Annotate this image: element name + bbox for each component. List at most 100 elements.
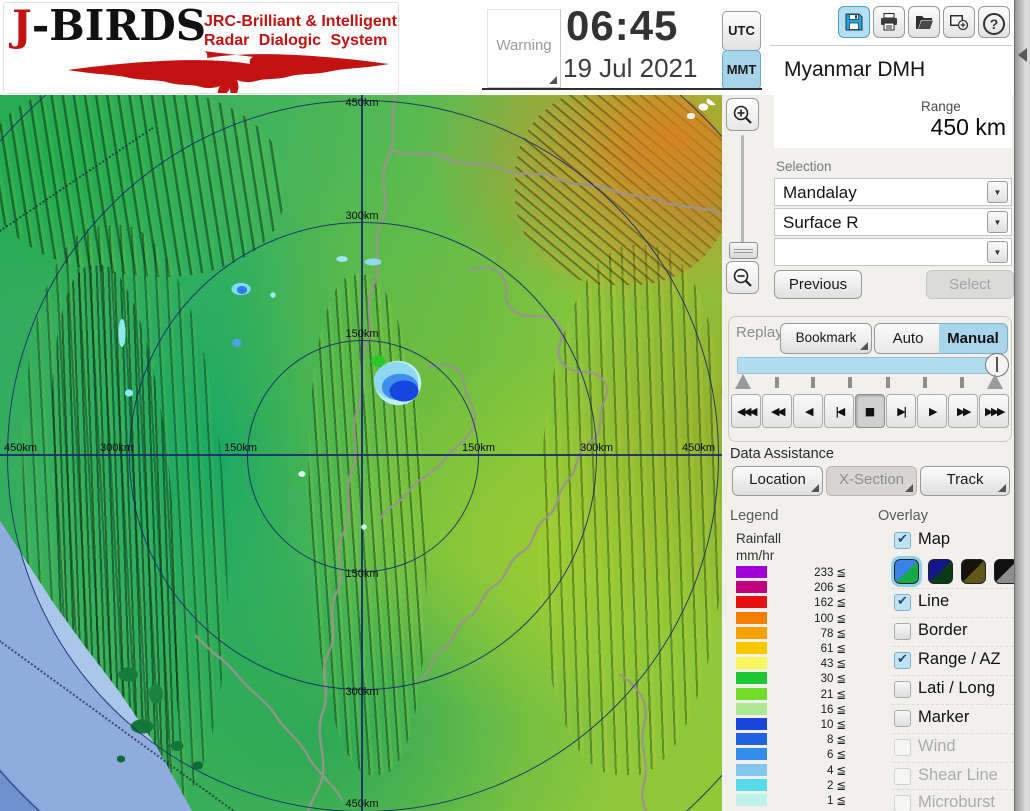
stop-button[interactable]: ■ [855,394,885,428]
open-folder-button[interactable] [908,6,940,38]
auto-button[interactable]: Auto [874,323,942,354]
map-style-picker [891,556,1019,588]
fast-forward-button[interactable]: ▶▶ [948,394,978,428]
radar-display[interactable]: 450km 300km 150km 150km 300km 450km 450k… [0,95,722,811]
site-dropdown[interactable]: Mandalay ▼ [774,178,1012,206]
checkbox-line[interactable]: ✔ [894,594,911,611]
map-style-swatch[interactable] [928,559,953,584]
echo-patch [226,279,260,301]
legend-swatch [736,688,767,700]
legend-swatch [736,612,767,624]
overlay-label: Wind [918,737,956,755]
legend-swatch [736,672,767,684]
panel-scroll-strip[interactable] [1014,0,1030,811]
replay-tick [775,377,779,388]
selection-label: Selection [776,159,832,174]
manual-button[interactable]: Manual [939,323,1008,354]
overlay-row-lati-long[interactable]: Lati / Long [892,675,1013,705]
crosshair-horizontal [0,454,722,456]
checkbox-lati-long[interactable] [894,681,911,698]
overlay-row-map[interactable]: ✔ Map [892,527,1013,556]
overlay-row-line[interactable]: ✔ Line [892,588,1013,618]
mmt-button[interactable]: MMT [722,50,761,90]
track-button[interactable]: Track [920,466,1010,496]
header-underline [482,88,762,90]
rewind-button[interactable]: ◀◀ [762,394,792,428]
screen-capture-button[interactable] [943,6,975,38]
folder-open-icon [916,16,933,29]
play-button[interactable]: ▶ [917,394,947,428]
previous-button[interactable]: Previous [774,270,862,299]
legend-swatch [736,657,767,669]
map-style-swatch[interactable] [961,559,986,584]
product-dropdown[interactable]: Surface R ▼ [774,208,1012,236]
clock-date: 19 Jul 2021 [563,53,698,83]
eagle-icon [68,51,389,93]
zoom-slider-handle[interactable] [729,242,758,259]
overlay-row-border[interactable]: Border [892,617,1013,647]
warning-button[interactable]: Warning [487,9,561,88]
help-button[interactable]: ? [978,6,1010,38]
axis-label: 300km [100,442,134,454]
overlay-row-wind: Wind [892,733,1013,763]
axis-label: 450km [345,798,379,810]
logo-wordmark: J-BIRDS [12,1,207,50]
site-dropdown-value: Mandalay [783,183,857,202]
step-back-button[interactable]: |◀ [824,394,854,428]
replay-slider-track[interactable] [737,357,1003,374]
zoom-out-button[interactable] [726,261,759,294]
magnifier-minus-icon [733,268,752,287]
axis-label: 150km [462,442,496,454]
overlay-row-shear-line: Shear Line [892,762,1013,792]
echo-patch [360,523,369,532]
overlay-label: Lati / Long [918,679,996,697]
echo-patch [296,469,308,479]
legend-swatch [736,779,767,791]
checkbox-range-az[interactable]: ✔ [894,652,911,669]
overlay-row-range-az[interactable]: ✔ Range / AZ [892,646,1013,676]
axis-label: 150km [345,568,379,580]
location-button[interactable]: Location [732,466,823,496]
legend-value: 206 ≦ [814,580,846,594]
play-reverse-button[interactable]: ◀ [793,394,823,428]
rewind-fast-button[interactable]: ◀◀◀ [731,394,761,428]
overlay-row-marker[interactable]: Marker [892,704,1013,734]
zoom-in-button[interactable] [726,98,759,131]
chevron-down-icon[interactable]: ▼ [987,181,1008,203]
chevron-down-icon[interactable]: ▼ [987,211,1008,233]
overlay-label: Map [918,530,951,548]
panel-collapse-arrow[interactable] [1018,48,1027,62]
legend-value: 162 ≦ [814,595,846,609]
checkbox-microburst [894,795,911,811]
xsection-button[interactable]: X-Section [826,466,917,496]
legend-value: 21 ≦ [820,687,846,701]
checkbox-border[interactable] [894,623,911,640]
range-value: 450 km [930,114,1006,140]
clock-time: 06:45 [566,2,679,49]
legend-swatch [736,718,767,730]
map-style-swatch-selected[interactable] [891,556,922,587]
replay-range-start-marker[interactable] [735,374,751,389]
utc-button[interactable]: UTC [722,11,761,51]
overlay-label: Line [918,592,950,610]
chevron-down-icon[interactable]: ▼ [987,241,1008,263]
axis-label: 150km [224,442,258,454]
select-button[interactable]: Select [926,270,1014,299]
checkbox-map[interactable]: ✔ [894,532,911,549]
step-forward-button[interactable]: ▶| [886,394,916,428]
option-dropdown[interactable]: ▼ [774,238,1012,266]
bookmark-button[interactable]: Bookmark [780,323,872,354]
axis-label: 300km [345,686,379,698]
print-button[interactable] [873,6,905,38]
replay-label: Replay [736,324,783,341]
legend-value: 78 ≦ [820,626,846,640]
replay-range-end-marker[interactable] [987,374,1003,389]
echo-patch [228,335,246,351]
crosshair-vertical [361,95,363,811]
legend-title: Legend [730,508,779,524]
checkbox-wind [894,739,911,756]
save-button[interactable] [838,6,870,38]
zoom-slider-groove[interactable] [741,135,744,243]
checkbox-marker[interactable] [894,710,911,727]
fast-forward-max-button[interactable]: ▶▶▶ [979,394,1009,428]
